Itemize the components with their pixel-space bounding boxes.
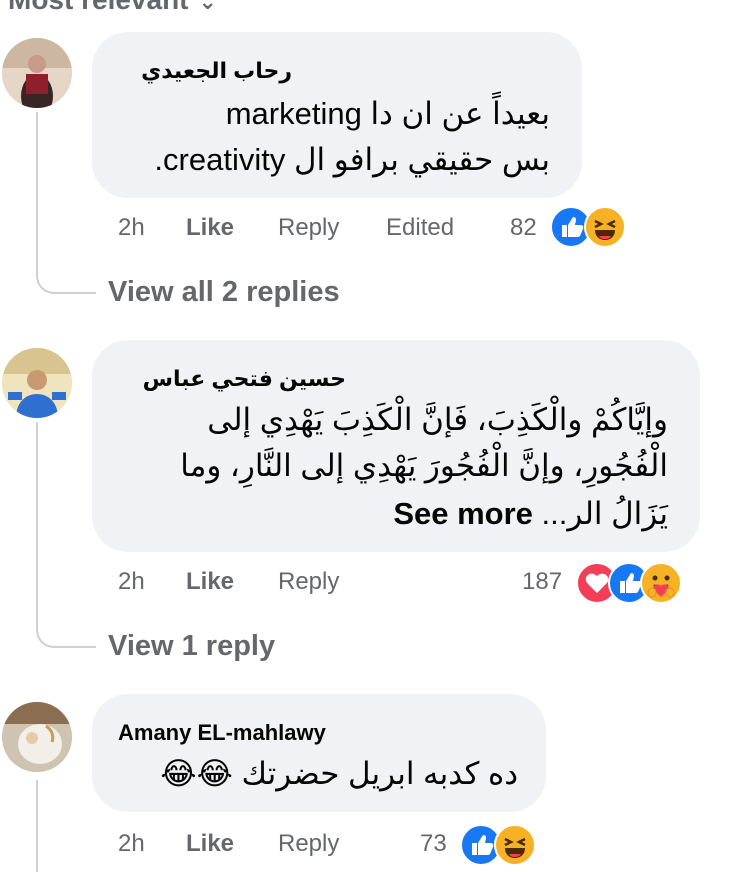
see-more-link[interactable]: See more	[393, 496, 533, 531]
comment-time: 2h	[118, 568, 145, 595]
comment-time: 2h	[118, 214, 145, 241]
reaction-count[interactable]: 187	[522, 568, 562, 596]
thread-curve	[36, 262, 96, 294]
reaction-count[interactable]: 82	[510, 214, 537, 242]
reaction-icons[interactable]	[576, 562, 696, 604]
thread-line	[36, 112, 38, 270]
care-reaction-icon	[640, 562, 682, 604]
avatar[interactable]	[2, 348, 72, 418]
comment-text-line: بعيداً عن ان دا marketing	[225, 96, 550, 131]
comment-author[interactable]: رحاب الجعيدي	[141, 58, 292, 84]
comment-text-line-tail: يَزَالُ الر...	[541, 496, 668, 531]
comment-text-line: يَزَالُ الر... See more	[393, 496, 668, 532]
comment-text-line: وإيَّاكُمْ والْكَذِبَ، فَإنَّ الْكَذِبَ …	[207, 402, 668, 437]
avatar-photo	[2, 702, 72, 772]
avatar-photo	[2, 38, 72, 108]
edited-label: Edited	[386, 214, 455, 241]
like-button[interactable]: Like	[186, 568, 234, 596]
thread-curve	[36, 614, 96, 648]
avatar[interactable]	[2, 702, 72, 772]
sort-dropdown[interactable]: Most relevant ⌄	[8, 0, 217, 16]
sort-label: Most relevant	[8, 0, 189, 15]
comment-time: 2h	[118, 830, 145, 857]
comment-text-line: الْفُجُورِ، وإنَّ الْفُجُورَ يَهْدِي إلى…	[180, 448, 668, 483]
like-button[interactable]: Like	[186, 214, 234, 242]
haha-reaction-icon	[494, 824, 536, 866]
like-button[interactable]: Like	[186, 830, 234, 858]
comment-author[interactable]: حسين فتحي عباس	[143, 366, 346, 392]
thread-line	[36, 780, 38, 872]
reaction-icons[interactable]	[550, 206, 640, 248]
reaction-count[interactable]: 73	[420, 830, 447, 858]
thread-line	[36, 422, 38, 622]
haha-reaction-icon	[584, 206, 626, 248]
reaction-icons[interactable]	[460, 824, 550, 866]
reply-button[interactable]: Reply	[278, 214, 339, 242]
chevron-down-icon: ⌄	[198, 0, 217, 14]
reply-button[interactable]: Reply	[278, 568, 339, 596]
view-replies-link[interactable]: View 1 reply	[108, 630, 275, 663]
avatar[interactable]	[2, 38, 72, 108]
comment-bubble	[92, 694, 546, 812]
comment-author[interactable]: Amany EL-mahlawy	[118, 720, 326, 746]
comment-text-line: ده كدبه ابريل حضرتك 😂😂	[160, 756, 518, 791]
comment-text-line: بس حقيقي برافو ال creativity.	[154, 142, 550, 177]
reply-button[interactable]: Reply	[278, 830, 339, 858]
avatar-photo	[2, 348, 72, 418]
view-replies-link[interactable]: View all 2 replies	[108, 276, 340, 309]
